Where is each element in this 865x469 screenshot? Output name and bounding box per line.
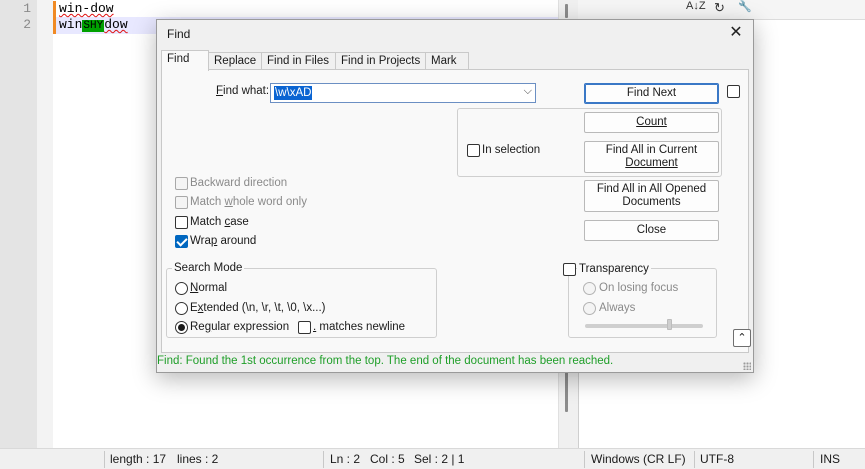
resize-grip-icon[interactable] <box>743 362 751 370</box>
status-length: length : 17 <box>110 452 167 466</box>
regex-radio[interactable] <box>175 321 188 334</box>
code-line-1[interactable]: win-dow <box>59 1 114 16</box>
refresh-icon[interactable]: ↻ <box>714 0 725 16</box>
line-number: 1 <box>23 1 31 16</box>
stay-on-top-checkbox[interactable] <box>727 85 740 98</box>
wrap-around-label: Wrap around <box>190 235 257 247</box>
in-selection-label: In selection <box>482 144 541 156</box>
fold-margin <box>37 0 53 448</box>
match-case-label: Match case <box>190 216 249 228</box>
transparency-label: Transparency <box>577 263 651 275</box>
extended-label: Extended (\n, \r, \t, \0, \x...) <box>190 302 326 314</box>
tab-replace[interactable]: Replace <box>208 52 262 70</box>
tab-find-in-files[interactable]: Find in Files <box>261 52 336 70</box>
normal-radio[interactable] <box>175 282 188 295</box>
status-insert-mode[interactable]: INS <box>820 452 840 466</box>
dialog-title: Find <box>167 27 191 41</box>
wrap-around-checkbox[interactable] <box>175 235 188 248</box>
close-icon[interactable]: ✕ <box>725 23 747 43</box>
count-button[interactable]: Count <box>584 112 719 133</box>
code-text-prefix: win <box>59 17 83 32</box>
always-label: Always <box>599 302 636 314</box>
status-column: Col : 5 <box>370 452 405 466</box>
find-all-opened-button[interactable]: Find All in All Opened Documents <box>584 180 719 212</box>
code-text-suffix: dow <box>104 17 128 32</box>
side-panel-toolbar: A↓Z ↻ 🔧 <box>578 0 865 20</box>
change-marker <box>53 1 56 18</box>
transparency-checkbox[interactable] <box>563 263 576 276</box>
always-radio[interactable] <box>583 302 596 315</box>
status-encoding[interactable]: UTF-8 <box>700 452 734 466</box>
in-selection-checkbox[interactable] <box>467 144 480 157</box>
collapse-dialog-button[interactable]: ⌃ <box>733 329 751 347</box>
find-what-label: Find what: <box>216 85 270 97</box>
backward-direction-label: Backward direction <box>190 177 288 189</box>
find-what-input[interactable]: \w\xAD ⌵ <box>270 83 536 103</box>
find-status-message: Find: Found the 1st occurrence from the … <box>157 355 614 367</box>
code-text: win-dow <box>59 1 114 16</box>
dot-matches-newline-checkbox[interactable] <box>298 321 311 334</box>
find-what-value: \w\xAD <box>274 86 313 100</box>
backward-direction-checkbox[interactable] <box>175 177 188 190</box>
normal-label: Normal <box>190 282 228 294</box>
dot-matches-newline-label: . matches newline <box>313 321 406 333</box>
tab-mark[interactable]: Mark <box>425 52 469 70</box>
match-whole-word-checkbox[interactable] <box>175 196 188 209</box>
tab-find[interactable]: Find <box>161 50 209 71</box>
status-lines: lines : 2 <box>177 452 219 466</box>
match-whole-word-label: Match whole word only <box>190 196 307 208</box>
transparency-slider-thumb[interactable] <box>666 319 672 330</box>
chevron-down-icon[interactable]: ⌵ <box>524 85 532 98</box>
close-button[interactable]: Close <box>584 220 719 241</box>
scrollbar-thumb-lower[interactable] <box>565 372 568 412</box>
code-line-2[interactable]: winSHYdow <box>59 17 128 32</box>
find-next-button[interactable]: Find Next <box>584 83 719 104</box>
soft-hyphen-glyph: SHY <box>82 20 105 32</box>
status-eol[interactable]: Windows (CR LF) <box>591 452 686 466</box>
match-case-checkbox[interactable] <box>175 216 188 229</box>
wrench-icon[interactable]: 🔧 <box>738 0 752 13</box>
find-all-current-button[interactable]: Find All in Current Document <box>584 141 719 173</box>
extended-radio[interactable] <box>175 302 188 315</box>
change-marker <box>53 17 56 34</box>
scrollbar-thumb[interactable] <box>565 4 568 18</box>
regex-label: Regular expression <box>190 321 290 333</box>
status-bar: length : 17 lines : 2 Ln : 2 Col : 5 Sel… <box>0 448 865 469</box>
transparency-slider-track[interactable] <box>585 324 703 328</box>
status-line-number: Ln : 2 <box>330 452 361 466</box>
search-mode-title: Search Mode <box>172 262 245 274</box>
line-number: 2 <box>23 17 31 32</box>
on-losing-focus-label: On losing focus <box>599 282 679 294</box>
tab-find-in-projects[interactable]: Find in Projects <box>335 52 426 70</box>
status-selection: Sel : 2 | 1 <box>414 452 465 466</box>
find-dialog: Find ✕ Find Replace Find in Files Find i… <box>156 19 754 373</box>
line-number-gutter <box>0 0 37 448</box>
on-losing-focus-radio[interactable] <box>583 282 596 295</box>
sort-az-icon[interactable]: A↓Z <box>686 0 706 12</box>
